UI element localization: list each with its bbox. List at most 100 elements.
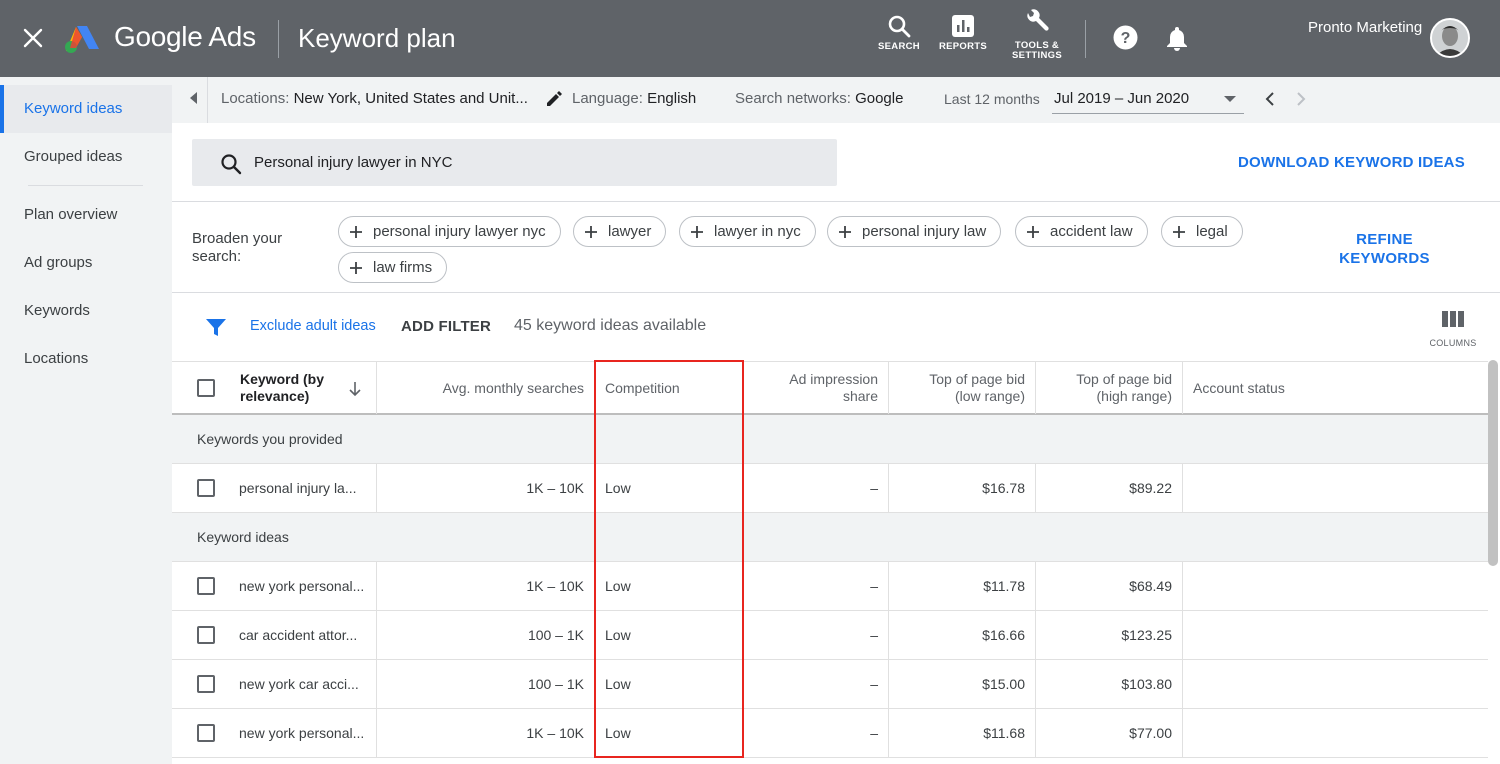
sidebar-item-plan-overview[interactable]: Plan overview [0, 191, 172, 239]
searches-cell: 1K – 10K [377, 562, 595, 610]
search-icon [888, 15, 911, 38]
account-status-cell [1183, 709, 1488, 757]
bid-low-cell: $11.68 [889, 709, 1036, 757]
chip-label: lawyer in nyc [714, 223, 801, 240]
refine-keywords-button[interactable]: REFINE KEYWORDS [1312, 230, 1457, 268]
bid-low-cell: $16.78 [889, 464, 1036, 512]
sidebar-divider [28, 185, 143, 186]
column-header-ad-impression-share[interactable]: Ad impression share [743, 362, 889, 414]
column-header-bid-low[interactable]: Top of page bid (low range) [889, 362, 1036, 414]
chevron-right-icon[interactable] [1291, 89, 1311, 109]
table-row[interactable]: new york personal... 1K – 10K Low – $11.… [172, 709, 1488, 758]
period-key: Last 12 months [944, 91, 1040, 107]
triangle-left-icon [190, 92, 197, 104]
add-filter-button[interactable]: ADD FILTER [401, 318, 491, 335]
table-row[interactable]: new york car acci... 100 – 1K Low – $15.… [172, 660, 1488, 709]
plus-icon [1173, 226, 1185, 238]
vertical-scrollbar[interactable] [1488, 360, 1498, 566]
language-value: English [647, 90, 697, 107]
broaden-chip[interactable]: accident law [1015, 216, 1148, 247]
locations-setting[interactable]: Locations: New York, United States and U… [221, 90, 528, 107]
bid-high-header-label: Top of page bid (high range) [1076, 371, 1172, 404]
keyword-search-input[interactable]: Personal injury lawyer in NYC [192, 139, 837, 186]
google-ads-logo-icon [65, 26, 99, 53]
chip-label: law firms [373, 259, 433, 276]
edit-pencil-icon[interactable] [545, 90, 563, 108]
impression-share-cell: – [743, 611, 889, 659]
chevron-left-icon[interactable] [1260, 89, 1280, 109]
column-header-avg-monthly-searches[interactable]: Avg. monthly searches [377, 362, 595, 414]
bid-high-cell: $103.80 [1036, 660, 1183, 708]
sidebar-item-grouped-ideas[interactable]: Grouped ideas [0, 133, 172, 181]
competition-cell: Low [595, 660, 743, 708]
networks-key: Search networks: [735, 90, 851, 107]
download-keyword-ideas-button[interactable]: DOWNLOAD KEYWORD IDEAS [1238, 154, 1465, 171]
filter-funnel-icon[interactable] [205, 318, 227, 338]
competition-cell: Low [595, 709, 743, 757]
bid-high-cell: $89.22 [1036, 464, 1183, 512]
reports-tool-button[interactable]: REPORTS [938, 14, 988, 52]
svg-text:?: ? [1121, 30, 1131, 47]
broaden-chip[interactable]: law firms [338, 252, 448, 283]
avatar[interactable] [1430, 18, 1470, 58]
chip-label: legal [1196, 223, 1228, 240]
keyword-cell: new york personal... [172, 562, 377, 610]
table-row[interactable]: personal injury la... 1K – 10K Low – $16… [172, 464, 1488, 513]
broaden-chip[interactable]: legal [1161, 216, 1243, 247]
broaden-chip[interactable]: personal injury law [827, 216, 1002, 247]
bid-low-cell: $11.78 [889, 562, 1036, 610]
refine-line1: REFINE [1356, 231, 1413, 248]
table-row[interactable]: new york personal... 1K – 10K Low – $11.… [172, 562, 1488, 611]
notifications-bell-icon[interactable] [1165, 25, 1189, 51]
impression-header-label: Ad impression share [789, 371, 878, 404]
dropdown-caret-icon [1224, 96, 1236, 102]
keyword-ideas-count: 45 keyword ideas available [514, 317, 707, 334]
broaden-search-section: Broaden your search: personal injury law… [172, 201, 1500, 293]
select-all-checkbox[interactable] [197, 379, 215, 397]
broaden-chip[interactable]: lawyer [573, 216, 667, 247]
locations-key: Locations: [221, 90, 290, 107]
keyword-header-label: Keyword (by relevance) [240, 371, 325, 404]
bid-high-cell: $68.49 [1036, 562, 1183, 610]
sidebar-item-keywords[interactable]: Keywords [0, 287, 172, 335]
tools-settings-button[interactable]: TOOLS & SETTINGS [1008, 9, 1066, 61]
column-header-bid-high[interactable]: Top of page bid (high range) [1036, 362, 1183, 414]
plus-icon [350, 226, 362, 238]
divider [278, 20, 279, 58]
broaden-chip[interactable]: personal injury lawyer nyc [338, 216, 561, 247]
impression-share-cell: – [743, 562, 889, 610]
collapse-sidebar-button[interactable] [180, 77, 208, 123]
bid-low-cell: $16.66 [889, 611, 1036, 659]
column-header-keyword[interactable]: Keyword (by relevance) [230, 362, 377, 414]
filter-bar: Exclude adult ideas ADD FILTER 45 keywor… [172, 293, 1500, 361]
search-networks-setting[interactable]: Search networks: Google [735, 90, 903, 107]
group-label: Keyword ideas [197, 529, 289, 545]
sidebar-item-locations[interactable]: Locations [0, 335, 172, 383]
broaden-chip[interactable]: lawyer in nyc [679, 216, 816, 247]
exclude-adult-ideas-filter[interactable]: Exclude adult ideas [250, 318, 376, 334]
sidebar-item-ad-groups[interactable]: Ad groups [0, 239, 172, 287]
impression-share-cell: – [743, 709, 889, 757]
column-header-account-status[interactable]: Account status [1183, 362, 1488, 414]
chip-label: lawyer [608, 223, 652, 240]
impression-share-cell: – [743, 464, 889, 512]
column-header-competition[interactable]: Competition [595, 362, 743, 414]
account-status-cell [1183, 562, 1488, 610]
columns-button[interactable]: COLUMNS [1427, 311, 1479, 348]
broaden-label: Broaden your search: [192, 230, 283, 265]
close-icon[interactable] [22, 27, 44, 49]
language-setting[interactable]: Language: English [572, 90, 696, 107]
status-header-label: Account status [1193, 379, 1285, 396]
sidebar-item-keyword-ideas[interactable]: Keyword ideas [0, 85, 172, 133]
search-tool-button[interactable]: SEARCH [876, 14, 922, 52]
bid-high-cell: $77.00 [1036, 709, 1183, 757]
brand-name: Google Ads [114, 21, 256, 52]
sort-arrow-down-icon[interactable] [348, 381, 362, 397]
date-range-select[interactable]: Jul 2019 – Jun 2020 [1052, 86, 1244, 114]
divider [1085, 20, 1086, 58]
searches-cell: 100 – 1K [377, 611, 595, 659]
top-app-bar: Google Ads Keyword plan SEARCH REPORTS T… [0, 0, 1500, 77]
table-header: Keyword (by relevance) Avg. monthly sear… [172, 361, 1488, 415]
table-row[interactable]: car accident attor... 100 – 1K Low – $16… [172, 611, 1488, 660]
help-icon[interactable]: ? [1113, 25, 1138, 50]
